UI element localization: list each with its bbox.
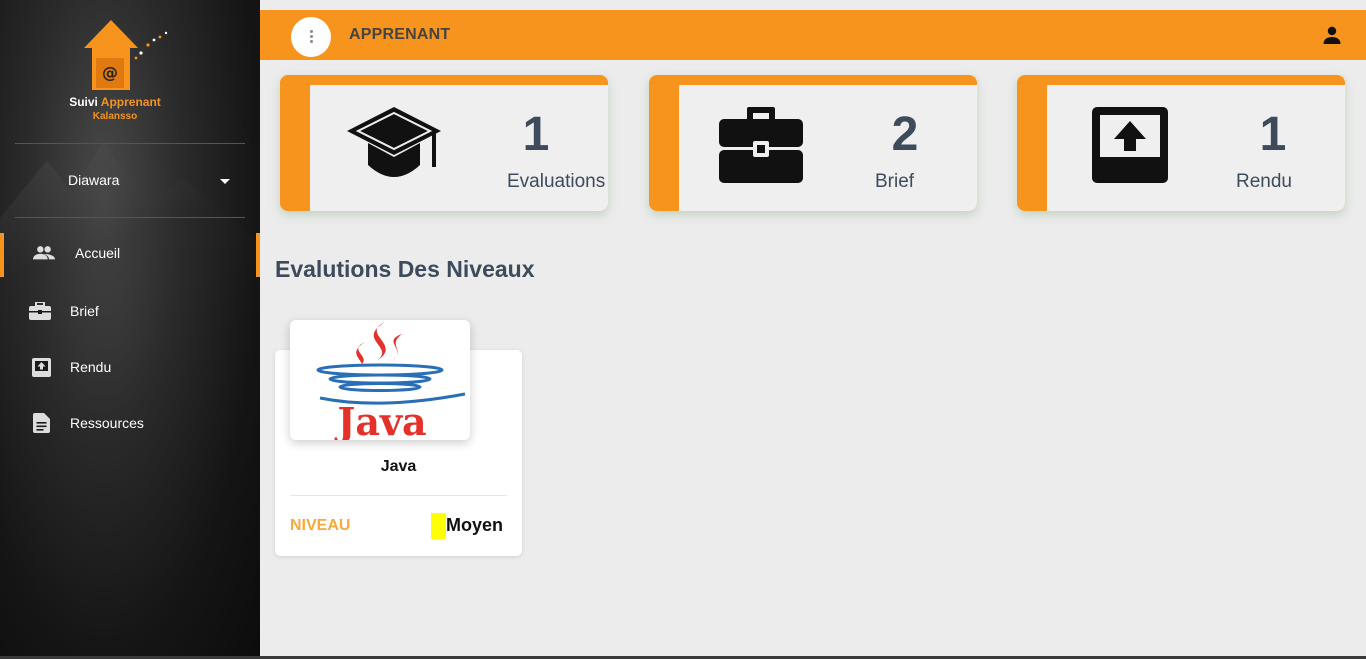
course-name: Java (380, 458, 417, 475)
level-label: NIVEAU (290, 517, 351, 534)
stat-card-brief[interactable]: 2 Brief (649, 75, 977, 211)
sidebar-item-label: Ressources (70, 415, 144, 431)
page-title: APPRENANT (349, 26, 451, 43)
brand-name: Suivi Apprenant (0, 95, 230, 109)
sidebar-item-ressources[interactable]: Ressources (0, 403, 260, 443)
card-divider (290, 495, 507, 496)
stat-card-body: 2 Brief (679, 85, 977, 211)
graduation-cap-icon (347, 107, 441, 177)
sidebar-item-label: Accueil (75, 245, 121, 261)
brand-subtitle: Kalansso (92, 111, 138, 122)
stat-value: 1 (1259, 108, 1287, 161)
stat-value: 2 (891, 108, 919, 161)
java-logo: Java (290, 320, 470, 440)
stat-value: 1 (522, 108, 550, 161)
document-icon (30, 413, 52, 433)
level-value: Moyen (446, 515, 504, 535)
svg-text:@: @ (102, 63, 118, 82)
sidebar-item-label: Rendu (70, 359, 112, 375)
upload-box-icon (30, 357, 52, 377)
sidebar-item-brief[interactable]: Brief (0, 291, 260, 331)
sidebar-item-rendu[interactable]: Rendu (0, 347, 260, 387)
section-title: Evalutions Des Niveaux (275, 256, 535, 282)
briefcase-icon (29, 301, 51, 321)
stat-card-rendu[interactable]: 1 Rendu (1017, 75, 1345, 211)
top-bar: APPRENANT (260, 10, 1366, 60)
sidebar-divider (15, 143, 245, 144)
briefcase-icon (719, 107, 803, 183)
menu-button[interactable] (291, 17, 331, 57)
brand-name-part2: Apprenant (100, 95, 161, 109)
stat-label: Rendu (1236, 171, 1292, 192)
user-dropdown[interactable]: Diawara (68, 172, 238, 188)
upload-box-icon (1092, 107, 1168, 183)
java-logo-text: Java (334, 399, 426, 440)
stat-label: Brief (875, 171, 915, 192)
person-icon[interactable] (1323, 26, 1341, 44)
level-color-marker (431, 513, 446, 539)
stat-card-body: 1 Evaluations (310, 85, 608, 211)
people-icon (33, 243, 55, 263)
sidebar-item-label: Brief (70, 303, 99, 319)
user-name: Diawara (68, 172, 120, 188)
sidebar: @ Suivi Apprenant Kalansso Diawara Accue… (0, 0, 260, 659)
stat-card-evaluations[interactable]: 1 Evaluations (280, 75, 608, 211)
brand-name-part1: Suivi (69, 95, 101, 109)
stat-label: Evaluations (507, 171, 606, 192)
sidebar-divider (15, 217, 245, 218)
java-logo-icon: Java (316, 322, 466, 440)
sidebar-item-accueil[interactable]: Accueil (0, 233, 260, 277)
stat-card-body: 1 Rendu (1047, 85, 1345, 211)
caret-down-icon (220, 179, 230, 184)
more-vertical-icon (310, 30, 313, 45)
